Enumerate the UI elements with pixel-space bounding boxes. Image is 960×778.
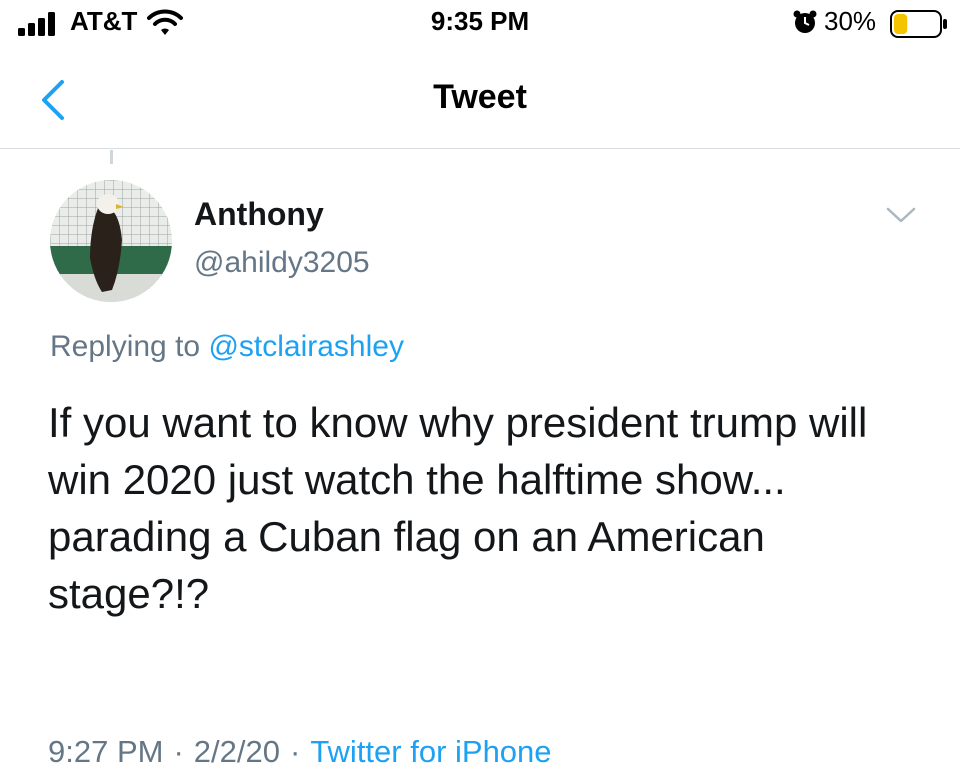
avatar[interactable]	[50, 180, 172, 302]
tweet-metadata: 9:27 PM · 2/2/20 · Twitter for iPhone	[48, 734, 552, 770]
battery-icon	[890, 10, 947, 38]
separator-dot: ·	[289, 734, 301, 769]
replying-to-handle-link[interactable]: @stclairashley	[208, 330, 404, 363]
alarm-icon	[793, 10, 817, 33]
separator-dot: ·	[173, 734, 184, 769]
display-name[interactable]: Anthony	[194, 196, 324, 233]
tweet-source-link[interactable]: Twitter for iPhone	[310, 734, 551, 769]
user-handle[interactable]: @ahildy3205	[194, 246, 370, 280]
page-title: Tweet	[433, 78, 527, 116]
chevron-down-icon[interactable]	[884, 203, 918, 227]
battery-percentage: 30%	[824, 6, 877, 36]
tweet-text: If you want to know why president trump …	[48, 399, 868, 617]
replying-to-label: Replying to	[50, 330, 201, 363]
tweet-time: 9:27 PM	[48, 734, 164, 769]
thread-connector-line	[110, 150, 113, 164]
eagle-avatar-image	[50, 180, 172, 302]
navigation-bar: Tweet	[0, 50, 960, 149]
replying-to: Replying to @stclairashley	[50, 330, 404, 364]
tweet-date: 2/2/20	[193, 734, 280, 769]
status-bar: AT&T 9:35 PM 30%	[0, 0, 960, 50]
